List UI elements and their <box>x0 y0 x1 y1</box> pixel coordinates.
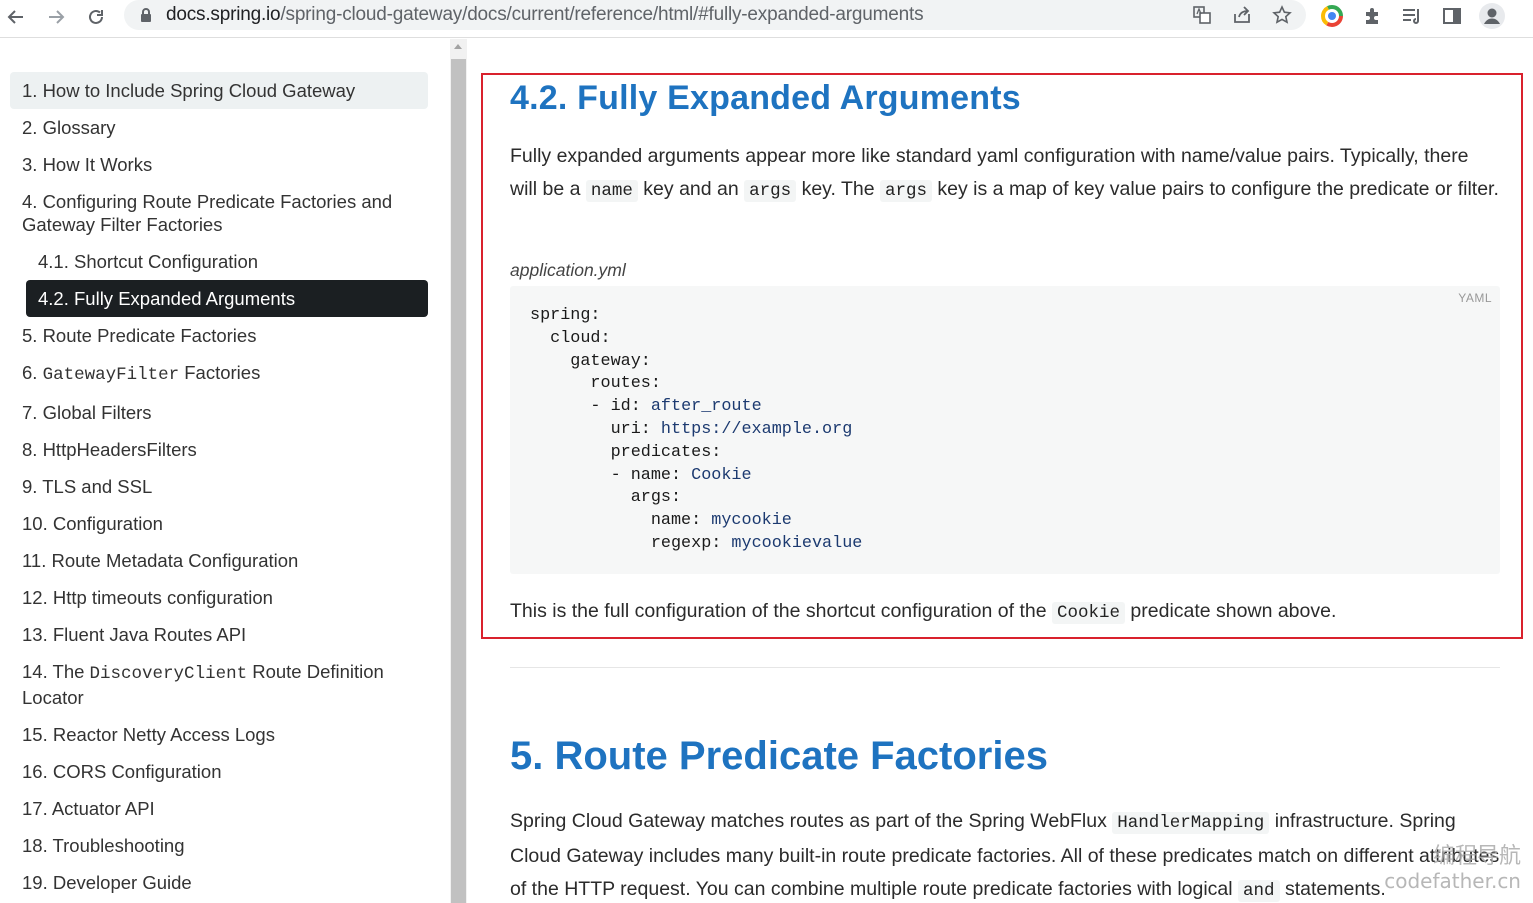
toc-item-16[interactable]: 16. CORS Configuration <box>10 753 428 790</box>
section-4-2-heading[interactable]: 4.2. Fully Expanded Arguments <box>510 79 1021 118</box>
inline-code-args: args <box>744 179 797 202</box>
code-line: args: <box>530 488 682 508</box>
toc-item-8[interactable]: 8. HttpHeadersFilters <box>10 431 428 468</box>
arrow-right-icon <box>49 10 65 24</box>
code-line: spring: <box>530 306 601 325</box>
code-value: Cookie <box>691 465 752 485</box>
code-key: - name: <box>530 465 692 485</box>
toc-item-14-prefix: 14. The <box>22 661 90 682</box>
lock-icon[interactable] <box>134 3 158 27</box>
toc-item-5[interactable]: 5. Route Predicate Factories <box>10 317 428 354</box>
section-5-paragraph: Spring Cloud Gateway matches routes as p… <box>510 805 1500 903</box>
toc-item-4-1[interactable]: 4.1. Shortcut Configuration <box>10 243 428 280</box>
code-line: routes: <box>530 374 661 394</box>
watermark-line-1: 编程导航 <box>1432 844 1521 869</box>
toc-item-7[interactable]: 7. Global Filters <box>10 394 428 431</box>
share-icon[interactable] <box>1230 3 1254 27</box>
toc-item-6-prefix: 6. <box>22 362 43 383</box>
toc-item-2[interactable]: 2. Glossary <box>10 109 428 146</box>
section-4-2-paragraph: Fully expanded arguments appear more lik… <box>510 140 1500 207</box>
bookmark-star-icon[interactable] <box>1270 3 1294 27</box>
toc-item-17[interactable]: 17. Actuator API <box>10 790 428 827</box>
profile-avatar-icon[interactable] <box>1479 3 1505 29</box>
code-value: after_route <box>650 397 762 417</box>
browser-toolbar: docs.spring.io/spring-cloud-gateway/docs… <box>0 0 1533 38</box>
back-button[interactable] <box>2 3 30 31</box>
extensions-puzzle-icon[interactable] <box>1359 3 1385 29</box>
code-caption: application.yml <box>510 260 626 280</box>
code-value: mycookie <box>711 511 792 531</box>
inline-code-cookie: Cookie <box>1051 602 1125 624</box>
toc-item-1[interactable]: 1. How to Include Spring Cloud Gateway <box>10 72 428 109</box>
text-run: key and an <box>637 177 745 200</box>
section-4-2-summary: This is the full configuration of the sh… <box>510 595 1500 630</box>
section-divider <box>510 667 1500 668</box>
url-host: docs.spring.io <box>166 4 281 25</box>
toc-item-6-suffix: Factories <box>179 362 261 383</box>
code-line: predicates: <box>530 442 722 462</box>
scrollbar-thumb[interactable] <box>451 59 466 903</box>
scroll-up-arrow-icon[interactable] <box>454 44 462 49</box>
code-language-label: YAML <box>1458 291 1492 305</box>
forward-button[interactable] <box>42 3 70 31</box>
text-run: statements. <box>1279 878 1386 900</box>
code-key: - id: <box>530 397 651 417</box>
section-5-heading[interactable]: 5. Route Predicate Factories <box>510 734 1048 779</box>
text-run: predicate shown above. <box>1125 600 1337 622</box>
toc-item-4[interactable]: 4. Configuring Route Predicate Factories… <box>10 183 428 243</box>
url-path: /spring-cloud-gateway/docs/current/refer… <box>280 4 924 25</box>
text-run: Spring Cloud Gateway matches routes as p… <box>510 810 1113 832</box>
code-content[interactable]: spring: cloud: gateway: routes: - id: af… <box>530 305 862 556</box>
watermark-line-2: codefather.cn <box>1384 869 1521 893</box>
inline-code-handlermapping: HandlerMapping <box>1112 812 1270 834</box>
toc-item-11[interactable]: 11. Route Metadata Configuration <box>10 542 428 579</box>
code-value: mycookievalue <box>731 533 863 553</box>
code-value: https://example.org <box>660 419 853 439</box>
text-run: key. The <box>796 177 880 200</box>
inline-code-and: and <box>1238 880 1280 902</box>
toc-item-4-2-active[interactable]: 4.2. Fully Expanded Arguments <box>26 280 428 317</box>
toc-item-6-code: GatewayFilter <box>42 365 180 385</box>
code-key: name: <box>530 511 712 531</box>
toc-sidebar: 1. How to Include Spring Cloud Gateway 2… <box>0 39 450 903</box>
toc-item-18[interactable]: 18. Troubleshooting <box>10 827 428 864</box>
toc-item-10[interactable]: 10. Configuration <box>10 505 428 542</box>
toc-item-19[interactable]: 19. Developer Guide <box>10 864 428 901</box>
code-line: cloud: <box>530 328 611 348</box>
toc-item-14-code: DiscoveryClient <box>89 664 248 684</box>
code-key: uri: <box>530 419 661 439</box>
toc-item-13[interactable]: 13. Fluent Java Routes API <box>10 616 428 653</box>
code-line: gateway: <box>530 351 651 371</box>
main-content: 4.2. Fully Expanded Arguments Fully expa… <box>468 39 1533 903</box>
side-panel-icon[interactable] <box>1439 3 1465 29</box>
reload-icon <box>89 9 103 24</box>
toc-list: 1. How to Include Spring Cloud Gateway 2… <box>10 72 428 901</box>
sidebar-scrollbar[interactable] <box>450 39 467 903</box>
url-text[interactable]: docs.spring.io/spring-cloud-gateway/docs… <box>166 4 924 26</box>
toc-item-14[interactable]: 14. The DiscoveryClient Route Definition… <box>10 653 428 716</box>
toc-item-15[interactable]: 15. Reactor Netty Access Logs <box>10 716 428 753</box>
text-run: key is a map of key value pairs to confi… <box>932 177 1499 200</box>
inline-code-args: args <box>879 179 932 202</box>
toc-item-9[interactable]: 9. TLS and SSL <box>10 468 428 505</box>
address-bar[interactable]: docs.spring.io/spring-cloud-gateway/docs… <box>124 0 1306 30</box>
chrome-extension-colorful-icon[interactable] <box>1319 3 1345 29</box>
toc-item-6[interactable]: 6. GatewayFilter Factories <box>10 354 428 394</box>
inline-code-name: name <box>585 179 638 202</box>
code-key: regexp: <box>530 533 732 553</box>
yaml-code-block[interactable]: YAML spring: cloud: gateway: routes: - i… <box>510 286 1500 574</box>
toc-item-12[interactable]: 12. Http timeouts configuration <box>10 579 428 616</box>
reload-button[interactable] <box>82 3 110 31</box>
text-run: This is the full configuration of the sh… <box>510 600 1052 622</box>
toc-item-3[interactable]: 3. How It Works <box>10 146 428 183</box>
reading-list-icon[interactable] <box>1399 3 1425 29</box>
arrow-left-icon <box>7 10 23 24</box>
translate-icon[interactable] <box>1190 3 1214 27</box>
